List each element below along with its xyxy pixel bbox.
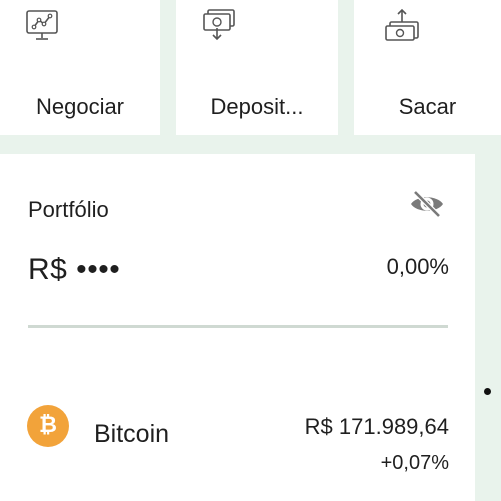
asset-change: +0,07% bbox=[380, 452, 449, 474]
eye-off-icon[interactable] bbox=[408, 188, 446, 220]
trade-action-card[interactable]: Negociar bbox=[0, 0, 160, 135]
deposit-icon bbox=[200, 8, 240, 42]
portfolio-value: R$ •••• bbox=[28, 253, 121, 286]
portfolio-change: 0,00% bbox=[386, 254, 449, 279]
scroll-indicator-dot bbox=[484, 388, 491, 395]
divider bbox=[28, 325, 448, 328]
withdraw-icon bbox=[382, 8, 422, 42]
trade-label: Negociar bbox=[35, 94, 125, 119]
withdraw-action-card[interactable]: Sacar bbox=[354, 0, 501, 135]
portfolio-title: Portfólio bbox=[28, 197, 109, 222]
deposit-label: Deposit... bbox=[210, 94, 304, 119]
asset-price: R$ 171.989,64 bbox=[304, 414, 449, 439]
bitcoin-icon: ₿ bbox=[27, 405, 69, 447]
trade-chart-icon bbox=[24, 8, 64, 42]
withdraw-label: Sacar bbox=[398, 94, 457, 119]
deposit-action-card[interactable]: Deposit... bbox=[176, 0, 338, 135]
asset-name[interactable]: Bitcoin bbox=[94, 420, 169, 449]
